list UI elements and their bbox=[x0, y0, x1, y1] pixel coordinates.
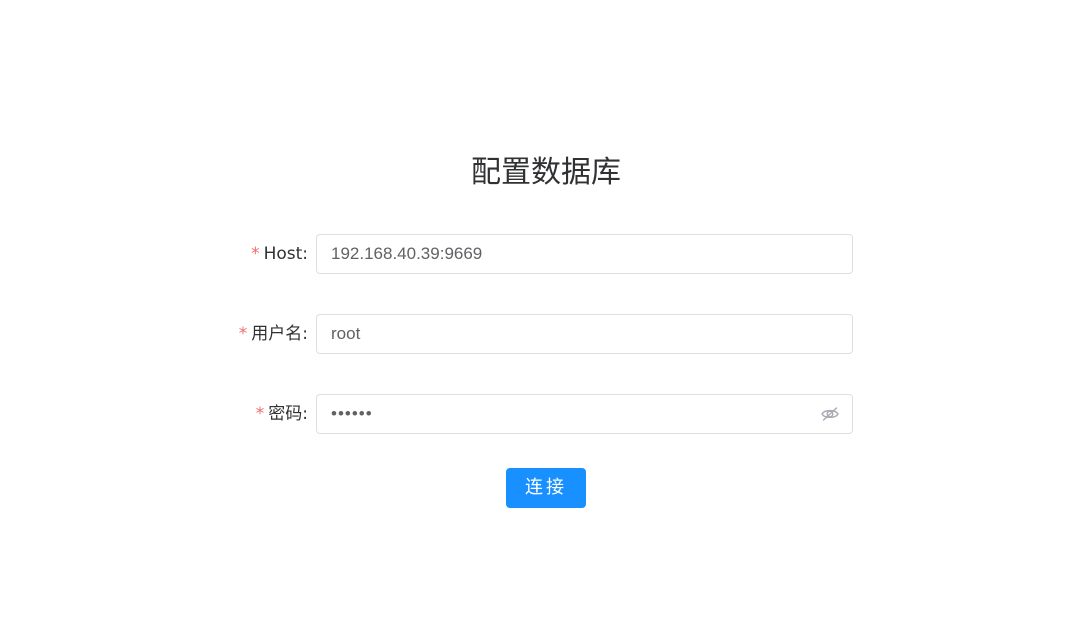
form-item-username: * 用户名: bbox=[0, 314, 1092, 354]
host-input[interactable] bbox=[331, 235, 811, 273]
host-label-text: Host: bbox=[263, 244, 308, 264]
password-input[interactable] bbox=[331, 395, 811, 433]
username-label-text: 用户名: bbox=[251, 324, 308, 344]
password-label-text: 密码: bbox=[268, 404, 308, 424]
page-title: 配置数据库 bbox=[471, 155, 621, 190]
connect-button[interactable]: 连接 bbox=[506, 468, 586, 508]
password-label: * 密码: bbox=[256, 394, 308, 434]
username-label: * 用户名: bbox=[239, 314, 308, 354]
username-input[interactable] bbox=[331, 315, 811, 353]
config-database-page: 配置数据库 *Host: *用户名: *密码: bbox=[0, 0, 1092, 641]
required-asterisk: * bbox=[255, 404, 265, 424]
required-asterisk: * bbox=[238, 324, 248, 344]
form-item-password: * 密码: bbox=[0, 394, 1092, 434]
eye-slash-icon[interactable] bbox=[820, 404, 840, 424]
host-label: * Host: bbox=[251, 234, 308, 274]
username-input-wrapper[interactable] bbox=[316, 314, 853, 354]
form-item-host: * Host: bbox=[0, 234, 1092, 274]
password-input-wrapper[interactable] bbox=[316, 394, 853, 434]
host-input-wrapper[interactable] bbox=[316, 234, 853, 274]
required-asterisk: * bbox=[251, 244, 260, 264]
